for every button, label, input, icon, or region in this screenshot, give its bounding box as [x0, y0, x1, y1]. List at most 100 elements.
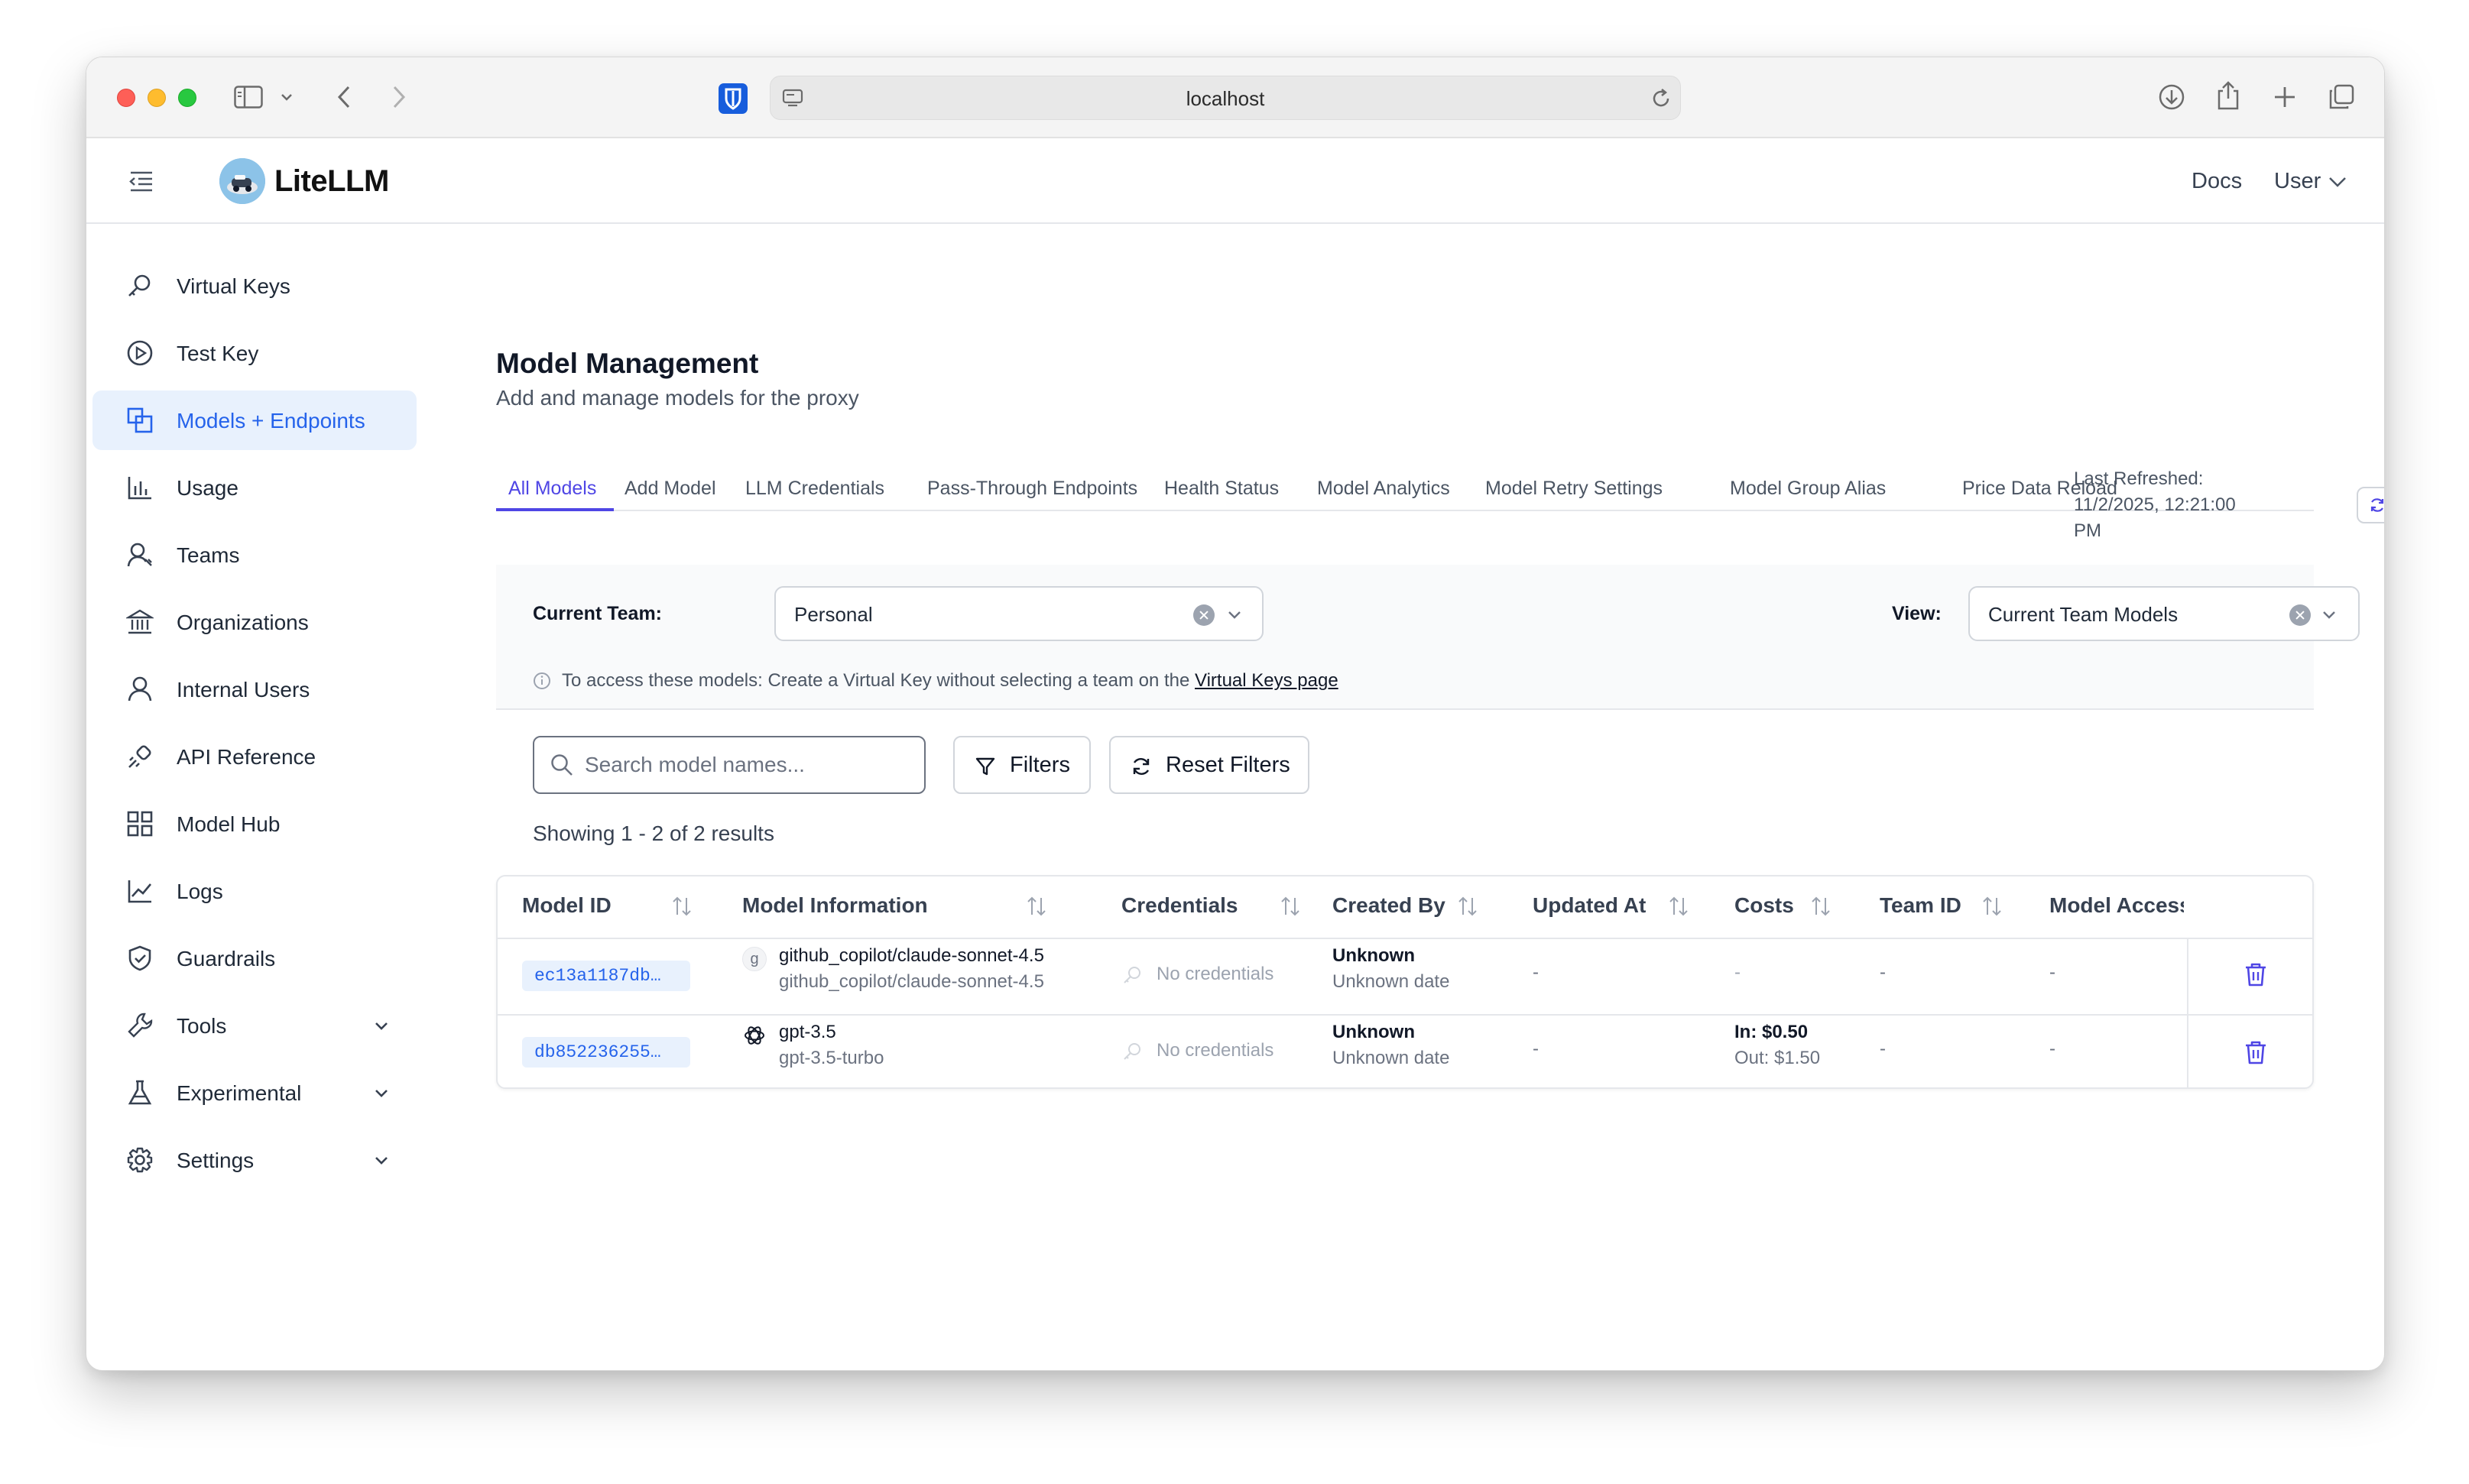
app-name[interactable]: LiteLLM: [274, 164, 389, 199]
column-header-model-information[interactable]: Model Information: [742, 893, 928, 918]
search-input[interactable]: [585, 750, 906, 780]
model-id-chip[interactable]: db852236255…: [522, 1037, 690, 1068]
chevron-down-icon[interactable]: [1225, 606, 1244, 624]
sidebar-item-tools[interactable]: Tools: [92, 996, 417, 1055]
tab-add-model[interactable]: Add Model: [625, 478, 716, 500]
created-date-value: Unknown date: [1332, 971, 1450, 992]
sidebar-item-usage[interactable]: Usage: [92, 458, 417, 517]
sidebar-item-model-hub[interactable]: Model Hub: [92, 794, 417, 854]
clear-icon[interactable]: [2289, 604, 2311, 626]
sidebar-item-organizations[interactable]: Organizations: [92, 592, 417, 652]
column-header-team-id[interactable]: Team ID: [1880, 893, 1961, 918]
sort-icon[interactable]: [670, 895, 693, 918]
chevron-down-icon[interactable]: [2320, 606, 2338, 624]
tab-all-models[interactable]: All Models: [508, 478, 596, 500]
sidebar-toggle-icon[interactable]: [233, 83, 264, 111]
url-text[interactable]: localhost: [771, 87, 1680, 111]
chevron-down-icon[interactable]: [372, 1152, 391, 1170]
sidebar-item-teams[interactable]: Teams: [92, 525, 417, 585]
filters-button[interactable]: Filters: [953, 736, 1091, 794]
reset-icon: [1133, 758, 1150, 775]
sidebar-item-label: Teams: [177, 543, 240, 567]
bar-chart-icon: [128, 477, 151, 500]
tool-icon: [128, 1013, 153, 1038]
play-circle-icon: [127, 340, 153, 366]
current-team-select[interactable]: Personal: [774, 586, 1264, 641]
sidebar-item-label: Tools: [177, 1014, 227, 1038]
close-window-button[interactable]: [117, 89, 135, 107]
sidebar-item-settings[interactable]: Settings: [92, 1130, 417, 1190]
chevron-down-icon[interactable]: [372, 1084, 391, 1103]
delete-icon[interactable]: [2242, 1038, 2269, 1066]
filters-label: Filters: [1010, 753, 1070, 777]
tab-overview-icon[interactable]: [2326, 82, 2357, 112]
column-header-credentials[interactable]: Credentials: [1121, 893, 1238, 918]
team-icon: [127, 543, 152, 567]
block-icon: [127, 407, 153, 433]
tab-llm-credentials[interactable]: LLM Credentials: [745, 478, 884, 500]
column-header-model-access[interactable]: Model Access: [2049, 893, 2184, 918]
search-box[interactable]: [533, 736, 926, 794]
column-header-created-by[interactable]: Created By: [1332, 893, 1445, 918]
sort-icon[interactable]: [1809, 895, 1832, 918]
sidebar-item-api-reference[interactable]: API Reference: [92, 727, 417, 786]
page-title: Model Management: [496, 348, 759, 379]
bitwarden-shield-icon[interactable]: [718, 83, 748, 114]
tab-pass-through-endpoints[interactable]: Pass-Through Endpoints: [927, 478, 1137, 500]
tab-model-analytics[interactable]: Model Analytics: [1317, 478, 1450, 500]
sidebar-item-models-endpoints[interactable]: Models + Endpoints: [92, 390, 417, 450]
sidebar-item-experimental[interactable]: Experimental: [92, 1063, 417, 1123]
chevron-down-icon[interactable]: [279, 91, 294, 103]
downloads-icon[interactable]: [2156, 82, 2187, 112]
clear-icon[interactable]: [1193, 604, 1215, 626]
sidebar-item-guardrails[interactable]: Guardrails: [92, 928, 417, 988]
tab-model-retry-settings[interactable]: Model Retry Settings: [1485, 478, 1663, 500]
search-icon: [551, 754, 573, 776]
column-header-costs[interactable]: Costs: [1734, 893, 1794, 918]
last-refreshed-label: Last Refreshed:: [2074, 468, 2204, 489]
reload-icon[interactable]: [1650, 87, 1672, 110]
column-header-updated-at[interactable]: Updated At: [1533, 893, 1646, 918]
user-menu[interactable]: User: [2274, 169, 2321, 194]
sidebar-item-virtual-keys[interactable]: Virtual Keys: [92, 256, 417, 316]
reset-filters-button[interactable]: Reset Filters: [1109, 736, 1309, 794]
back-icon[interactable]: [333, 83, 355, 111]
address-bar[interactable]: localhost: [770, 76, 1681, 120]
filter-icon: [975, 757, 995, 776]
delete-icon[interactable]: [2242, 961, 2269, 988]
sidebar-item-logs[interactable]: Logs: [92, 861, 417, 921]
sort-icon[interactable]: [1025, 895, 1048, 918]
sort-icon[interactable]: [1981, 895, 2003, 918]
forward-icon[interactable]: [388, 83, 410, 111]
user-chevron-down-icon[interactable]: [2328, 175, 2347, 189]
docs-link[interactable]: Docs: [2192, 169, 2242, 194]
key-icon: [128, 274, 151, 296]
refresh-button[interactable]: [2357, 487, 2384, 523]
share-icon[interactable]: [2213, 79, 2244, 112]
sidebar-item-label: Organizations: [177, 611, 309, 634]
tab-model-group-alias[interactable]: Model Group Alias: [1730, 478, 1886, 500]
minimize-window-button[interactable]: [148, 89, 166, 107]
new-tab-icon[interactable]: [2269, 82, 2300, 112]
virtual-keys-page-link[interactable]: Virtual Keys page: [1195, 670, 1338, 691]
sync-icon: [2370, 498, 2384, 512]
chevron-down-icon[interactable]: [372, 1017, 391, 1035]
created-by-value: Unknown: [1332, 945, 1415, 966]
model-name: gpt-3.5: [779, 1022, 836, 1042]
zoom-window-button[interactable]: [178, 89, 196, 107]
sort-icon[interactable]: [1279, 895, 1302, 918]
column-header-model-id[interactable]: Model ID: [522, 893, 612, 918]
menu-fold-icon[interactable]: [126, 167, 157, 195]
sort-icon[interactable]: [1456, 895, 1479, 918]
updated-at-value: -: [1533, 962, 1539, 983]
tab-health-status[interactable]: Health Status: [1164, 478, 1279, 500]
view-select[interactable]: Current Team Models: [1968, 586, 2360, 641]
sidebar-item-label: Guardrails: [177, 947, 276, 970]
model-id-chip[interactable]: ec13a1187db…: [522, 961, 690, 991]
model-access-value: -: [2049, 962, 2055, 983]
sidebar-item-internal-users[interactable]: Internal Users: [92, 659, 417, 719]
last-refreshed: Last Refreshed: 11/2/2025, 12:21:00 PM: [2074, 466, 2242, 544]
sidebar-item-test-key[interactable]: Test Key: [92, 323, 417, 383]
sort-icon[interactable]: [1667, 895, 1690, 918]
created-date-value: Unknown date: [1332, 1048, 1450, 1068]
